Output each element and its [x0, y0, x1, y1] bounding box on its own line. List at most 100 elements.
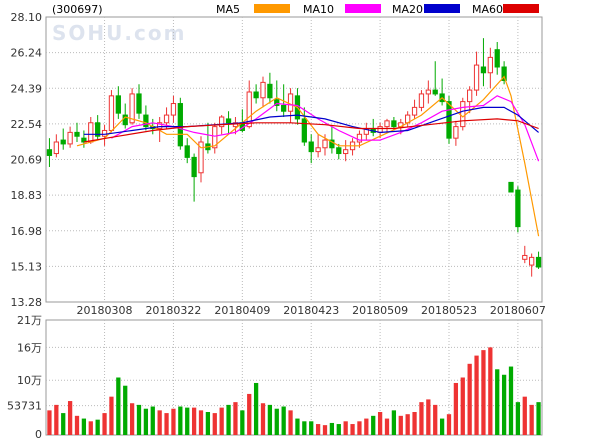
candle-body-up — [287, 93, 294, 112]
volume-tick-label: 0 — [35, 428, 42, 440]
price-tick-label: 20.69 — [11, 154, 43, 167]
candle-body-up — [529, 256, 535, 266]
candle-body-up — [460, 101, 466, 128]
candle-body-up — [53, 141, 59, 155]
price-tick-label: 13.28 — [11, 296, 43, 309]
price-tick-label: 26.24 — [11, 47, 43, 60]
candle-body-up — [425, 89, 431, 95]
volume-bar — [267, 404, 273, 435]
volume-bar — [488, 347, 493, 435]
volume-bar — [371, 415, 376, 435]
volume-bar — [309, 421, 314, 435]
legend-ma5: MA5 — [216, 3, 290, 16]
volume-bar — [343, 421, 348, 435]
volume-bar — [191, 407, 197, 435]
volume-bar — [336, 424, 341, 435]
legend-ma5-swatch — [254, 4, 290, 13]
volume-bar — [281, 406, 286, 435]
volume-bar — [412, 412, 417, 435]
date-tick-label: 20180409 — [214, 304, 270, 317]
volume-tick-label: 10万 — [17, 374, 42, 387]
legend-ma60-swatch — [503, 4, 539, 13]
sohu-watermark: SOHU.com — [52, 21, 186, 45]
volume-bar — [61, 413, 66, 435]
candle-body-down — [515, 189, 521, 228]
legend-ma5-label: MA5 — [216, 3, 240, 16]
volume-bar — [433, 404, 438, 435]
candle-body-down — [253, 91, 259, 99]
date-tick-label: 20180423 — [283, 304, 339, 317]
volume-bar — [54, 404, 59, 435]
volume-bar — [495, 369, 500, 435]
candle-body-down — [508, 181, 514, 193]
volume-bar — [150, 406, 155, 435]
volume-bar — [357, 421, 362, 435]
volume-bar — [481, 350, 486, 435]
volume-bar — [109, 396, 114, 435]
volume-bar — [288, 410, 293, 435]
volume-bar — [391, 410, 397, 435]
volume-bar — [419, 402, 424, 435]
candle-body-up — [343, 149, 349, 155]
legend-ma20: MA20 — [392, 3, 460, 16]
candle-body-up — [473, 64, 480, 91]
volume-bar — [405, 414, 410, 435]
candle-body-up — [356, 133, 363, 143]
volume-bar — [136, 404, 142, 435]
volume-bar — [322, 425, 328, 435]
price-tick-label: 28.10 — [11, 11, 43, 24]
candle-body-down — [308, 141, 314, 153]
candle-body-up — [418, 93, 425, 108]
volume-y-axis: 21万 16万 10万 53731 0 — [7, 314, 42, 441]
candle-body-up — [163, 114, 170, 124]
legend-ma60-label: MA60 — [472, 3, 503, 16]
candle-body-up — [453, 126, 459, 139]
volume-bar — [178, 406, 183, 435]
volume-bar — [364, 418, 369, 435]
candle-body-down — [184, 145, 190, 158]
volume-bar — [226, 404, 231, 435]
candle-body-down — [267, 83, 273, 99]
candle-body-down — [46, 149, 53, 156]
volume-bar — [474, 355, 479, 435]
volume-bar — [240, 410, 245, 435]
volume-bar — [116, 377, 121, 435]
stock-chart: (300697) MA5 MA10 MA20 MA60 SOHU.com 28.… — [0, 0, 600, 441]
chart-canvas: (300697) MA5 MA10 MA20 MA60 SOHU.com 28.… — [7, 3, 546, 441]
volume-bar — [260, 403, 266, 435]
legend-ma10-label: MA10 — [303, 3, 334, 16]
stock-code: (300697) — [52, 3, 103, 16]
volume-bar — [102, 413, 107, 435]
candle-body-down — [225, 118, 232, 124]
candle-body-down — [336, 147, 342, 155]
volume-bar — [164, 413, 169, 435]
candle-body-up — [108, 95, 115, 131]
candle-body-down — [60, 139, 66, 145]
volume-bar — [88, 421, 93, 435]
volume-bar — [212, 413, 217, 435]
volume-bar — [205, 412, 211, 435]
volume-bar — [515, 402, 521, 435]
date-axis: 20180308 20180322 20180409 20180423 20180509… — [77, 304, 546, 317]
volume-bar — [47, 410, 52, 435]
volume-bar — [467, 363, 472, 435]
volume-bar — [129, 403, 135, 435]
candle-body-down — [480, 66, 487, 74]
price-panel-frame — [45, 16, 543, 303]
legend-ma20-label: MA20 — [392, 3, 423, 16]
candle-body-down — [191, 156, 197, 178]
candle-body-up — [487, 56, 493, 74]
candle-body-up — [101, 129, 108, 137]
candle-body-down — [74, 131, 80, 137]
date-tick-label: 20180509 — [352, 304, 408, 317]
volume-bar — [67, 401, 73, 435]
volume-bar — [302, 421, 307, 435]
candlestick-series — [46, 38, 542, 277]
price-tick-label: 18.83 — [11, 189, 43, 202]
volume-bar — [295, 418, 300, 435]
date-tick-label: 20180523 — [421, 304, 477, 317]
date-tick-label: 20180607 — [490, 304, 546, 317]
candle-body-down — [136, 93, 142, 114]
volume-bar — [315, 424, 321, 435]
candle-body-down — [494, 49, 500, 68]
